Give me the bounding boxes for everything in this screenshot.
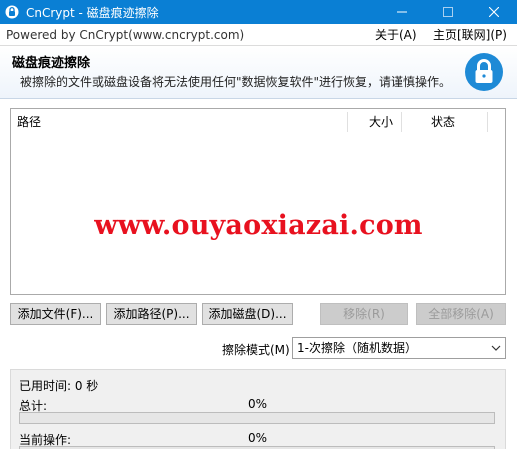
column-divider	[401, 112, 402, 132]
add-path-button[interactable]: 添加路径(P)...	[106, 303, 197, 325]
column-divider	[347, 112, 348, 132]
column-header-status[interactable]: 状态	[431, 109, 455, 135]
remove-all-button[interactable]: 全部移除(A)	[416, 303, 506, 325]
watermark-text: www.ouyaoxiazai.com	[94, 210, 423, 241]
wipe-mode-select[interactable]: 1-次擦除（随机数据）	[292, 337, 506, 359]
chevron-down-icon	[491, 338, 501, 364]
wipe-mode-value: 1-次擦除（随机数据）	[297, 341, 417, 355]
title-bar: CnCrypt - 磁盘痕迹擦除	[0, 0, 517, 24]
elapsed-time: 已用时间: 0 秒	[19, 379, 99, 393]
maximize-icon[interactable]	[425, 0, 471, 24]
column-header-path[interactable]: 路径	[17, 109, 41, 135]
minimize-icon[interactable]	[379, 0, 425, 24]
wipe-mode-label: 擦除模式(M)	[222, 343, 290, 357]
add-file-button[interactable]: 添加文件(F)...	[10, 303, 101, 325]
add-disk-button[interactable]: 添加磁盘(D)...	[202, 303, 293, 325]
total-progress-bar	[19, 412, 495, 424]
lock-icon	[464, 52, 504, 95]
total-percent: 0%	[248, 397, 268, 411]
menu-bar: Powered by CnCrypt(www.cncrypt.com) 关于(A…	[0, 24, 517, 46]
file-list[interactable]: 路径 大小 状态	[10, 108, 506, 295]
remove-button[interactable]: 移除(R)	[320, 303, 408, 325]
window-title: CnCrypt - 磁盘痕迹擦除	[26, 5, 159, 20]
current-percent: 0%	[248, 431, 268, 445]
warning-description: 被擦除的文件或磁盘设备将无法使用任何"数据恢复软件"进行恢复，请谨慎操作。	[20, 75, 452, 89]
header-banner: 磁盘痕迹擦除 被擦除的文件或磁盘设备将无法使用任何"数据恢复软件"进行恢复，请谨…	[0, 47, 517, 99]
column-header-size[interactable]: 大小	[369, 109, 393, 135]
menu-homepage[interactable]: 主页[联网](P)	[433, 24, 507, 46]
page-title: 磁盘痕迹擦除	[12, 56, 91, 71]
status-panel: 已用时间: 0 秒 总计: 0% 当前操作: 0%	[10, 369, 506, 449]
menu-about[interactable]: 关于(A)	[375, 24, 417, 46]
powered-by-text: Powered by CnCrypt(www.cncrypt.com)	[6, 27, 245, 42]
close-icon[interactable]	[471, 0, 517, 24]
app-lock-icon	[4, 4, 20, 20]
column-divider	[487, 112, 488, 132]
